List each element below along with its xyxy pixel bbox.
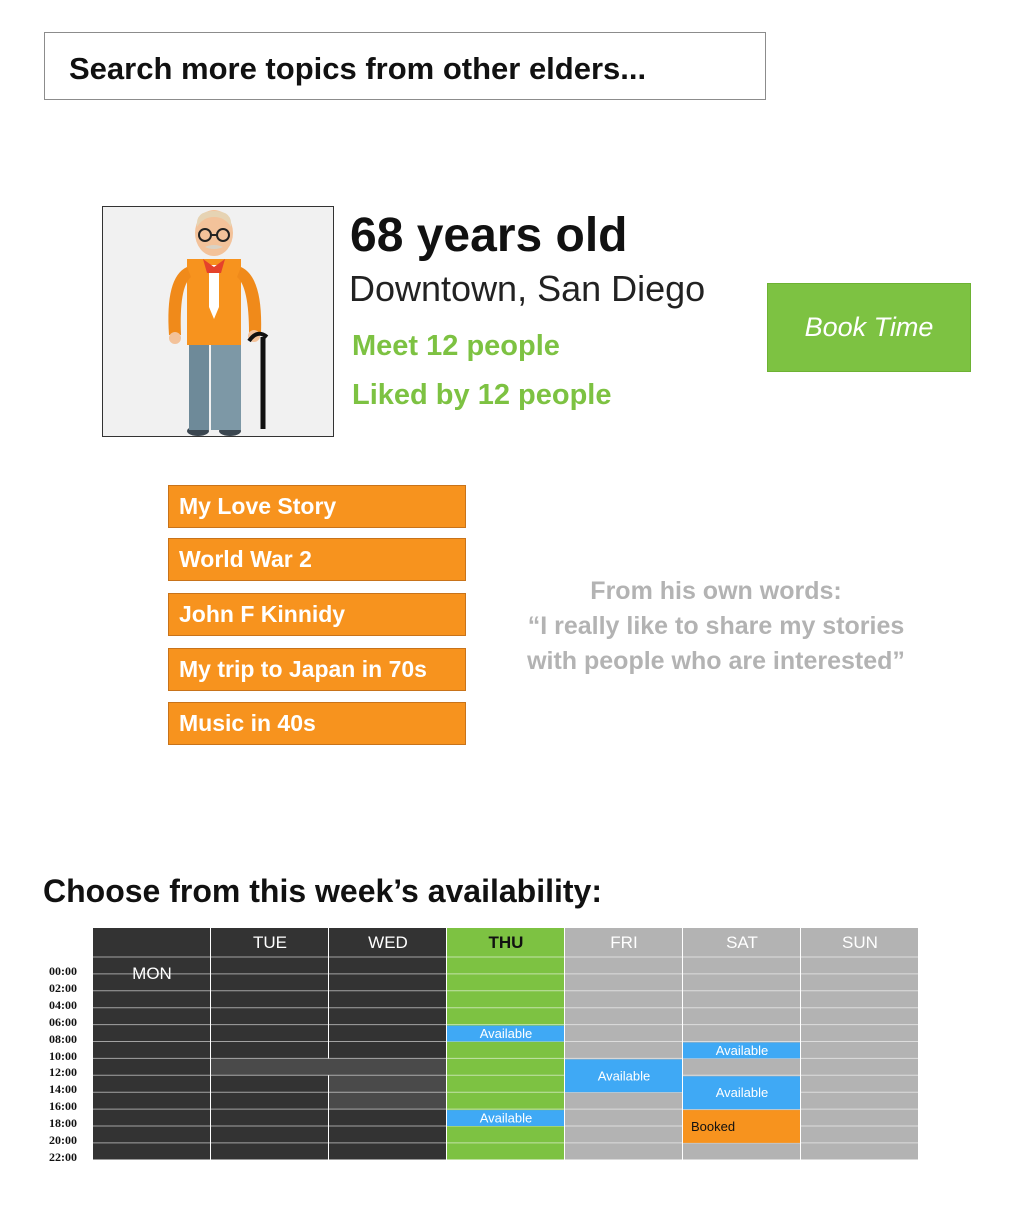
day-column-tue — [211, 928, 328, 1160]
day-column-fri — [565, 928, 682, 1160]
slot-label: Available — [480, 1026, 533, 1041]
slot-label: Booked — [691, 1119, 735, 1134]
day-header-sun: SUN — [842, 933, 878, 952]
slot-label: Available — [598, 1068, 651, 1083]
day-header-mon: MON — [132, 964, 172, 983]
day-header-wed: WED — [368, 933, 408, 952]
slot-label: Available — [716, 1043, 769, 1058]
day-column-mon — [93, 928, 210, 1160]
day-column-wed — [329, 928, 446, 1160]
slot-label: Available — [480, 1111, 533, 1126]
day-column-sun — [801, 928, 918, 1160]
blocked-slot — [211, 1058, 446, 1076]
slot-label: Available — [716, 1085, 769, 1100]
day-header-sat: SAT — [726, 933, 758, 952]
day-header-thu: THU — [489, 933, 524, 952]
day-header-tue: TUE — [253, 933, 287, 952]
day-header-fri: FRI — [610, 933, 637, 952]
availability-calendar: MON TUE WED THU FRI SAT SUN Available Available A… — [93, 928, 918, 1161]
